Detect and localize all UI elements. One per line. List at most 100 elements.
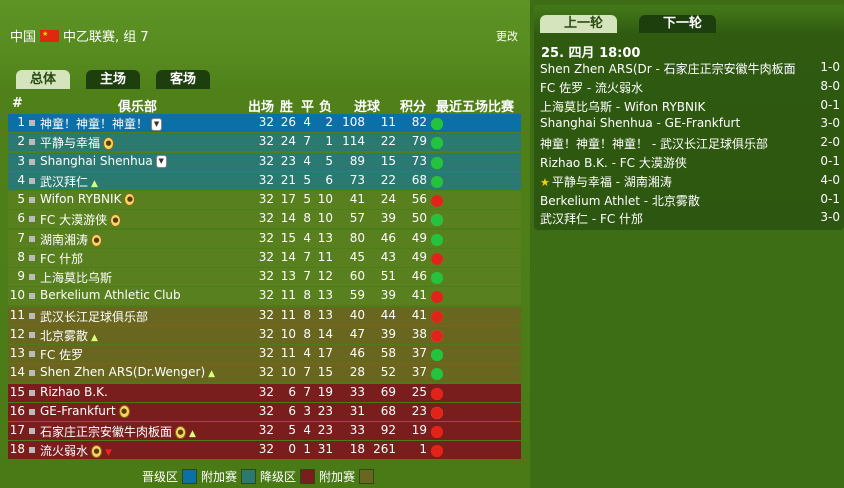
team-name-cell[interactable]: GE-Frankfurt ● xyxy=(40,404,130,418)
team-name-cell[interactable]: 湖南湘涛 ● xyxy=(40,231,103,248)
match-teams[interactable]: 武汉拜仁 - FC 什邡 xyxy=(540,212,643,226)
loss-dot-icon[interactable] xyxy=(431,310,443,323)
match-teams-cell[interactable]: Rizhao B.K. - FC 大漠游侠 xyxy=(540,154,687,171)
col-l[interactable]: 负 xyxy=(319,96,332,115)
table-row[interactable]: 3 Shanghai Shenhua ▼ 32 23 4 5 89 15 73 xyxy=(8,152,521,171)
team-name[interactable]: 石家庄正宗安徽牛肉板面 xyxy=(40,425,172,439)
col-team[interactable]: 俱乐部 xyxy=(118,96,157,115)
team-name-cell[interactable]: 武汉长江足球俱乐部 xyxy=(40,308,148,325)
table-row[interactable]: 2 平静与幸福 ● 32 24 7 1 114 22 79 xyxy=(8,133,521,152)
loss-dot-icon[interactable] xyxy=(431,291,443,304)
match-teams[interactable]: 神童！神童！神童！ - 武汉长江足球俱乐部 xyxy=(540,137,768,151)
match-row[interactable]: Rizhao B.K. - FC 大漠游侠 0-1 xyxy=(540,153,840,171)
match-teams-cell[interactable]: ★ 平静与幸福 - 湖南湘涛 xyxy=(540,173,672,190)
match-score[interactable]: 3-0 xyxy=(820,210,840,224)
team-name[interactable]: FC 什邡 xyxy=(40,252,83,266)
team-name-cell[interactable]: Shanghai Shenhua ▼ xyxy=(40,154,167,168)
table-row[interactable]: 5 Wifon RYBNIK ● 32 17 5 10 41 24 56 xyxy=(8,191,521,209)
team-name-cell[interactable]: FC 佐罗 xyxy=(40,346,83,363)
loss-dot-icon[interactable] xyxy=(431,426,443,438)
match-row[interactable]: Shen Zhen ARS(Dr - 石家庄正宗安徽牛肉板面 1-0 xyxy=(540,59,840,77)
team-name[interactable]: 上海莫比乌斯 xyxy=(40,271,112,285)
table-row[interactable]: 6 FC 大漠游侠 ● 32 14 8 10 57 39 50 xyxy=(8,210,521,229)
col-mp[interactable]: 出场 xyxy=(248,96,274,115)
team-name-cell[interactable]: Wifon RYBNIK ● xyxy=(40,192,136,206)
team-name[interactable]: FC 大漠游侠 xyxy=(40,213,107,227)
team-name-cell[interactable]: 北京雾散 ▲ xyxy=(40,327,98,344)
table-row[interactable]: 4 武汉拜仁 ▲ 32 21 5 6 73 22 68 xyxy=(8,171,521,190)
col-d[interactable]: 平 xyxy=(301,96,314,115)
match-teams[interactable]: Shen Zhen ARS(Dr - 石家庄正宗安徽牛肉板面 xyxy=(540,62,796,76)
match-score[interactable]: 0-1 xyxy=(820,192,840,206)
team-name[interactable]: Shen Zhen ARS(Dr.Wenger) xyxy=(40,365,205,379)
team-name-cell[interactable]: Shen Zhen ARS(Dr.Wenger) ▲ xyxy=(40,365,215,379)
team-name-cell[interactable]: 神童！神童！神童！ ▼ xyxy=(40,115,163,132)
table-row[interactable]: 10 Berkelium Athletic Club 32 11 8 13 59 39 41 xyxy=(8,287,521,306)
team-name-cell[interactable]: 武汉拜仁 ▲ xyxy=(40,173,98,190)
match-teams-cell[interactable]: 武汉拜仁 - FC 什邡 xyxy=(540,210,643,227)
col-rank[interactable]: # xyxy=(12,96,23,111)
match-teams-cell[interactable]: Shen Zhen ARS(Dr - 石家庄正宗安徽牛肉板面 xyxy=(540,60,796,77)
table-row[interactable]: 17 石家庄正宗安徽牛肉板面 ● ▲ 32 5 4 23 33 92 19 xyxy=(8,422,521,440)
team-name[interactable]: Rizhao B.K. xyxy=(40,385,108,399)
team-name[interactable]: GE-Frankfurt xyxy=(40,404,116,418)
table-row[interactable]: 12 北京雾散 ▲ 32 10 8 14 47 39 38 xyxy=(8,325,521,344)
match-teams-cell[interactable]: Shanghai Shenhua - GE-Frankfurt xyxy=(540,116,740,130)
loss-dot-icon[interactable] xyxy=(431,252,443,265)
win-dot-icon[interactable] xyxy=(431,272,443,284)
tab-overall[interactable]: 总体 xyxy=(16,70,71,89)
tab-next-round[interactable]: 下一轮 xyxy=(639,15,717,33)
team-name[interactable]: Berkelium Athletic Club xyxy=(40,288,181,302)
table-row[interactable]: 14 Shen Zhen ARS(Dr.Wenger) ▲ 32 10 7 15 28 52 37 xyxy=(8,364,521,383)
match-row[interactable]: 武汉拜仁 - FC 什邡 3-0 xyxy=(540,209,840,227)
team-name[interactable]: FC 佐罗 xyxy=(40,348,83,362)
match-score[interactable]: 8-0 xyxy=(820,79,840,93)
tab-home[interactable]: 主场 xyxy=(86,70,141,89)
table-row[interactable]: 8 FC 什邡 32 14 7 11 45 43 49 xyxy=(8,248,521,267)
match-teams[interactable]: 平静与幸福 - 湖南湘涛 xyxy=(552,175,672,189)
table-row[interactable]: 11 武汉长江足球俱乐部 32 11 8 13 40 44 41 xyxy=(8,306,521,325)
team-name-cell[interactable]: FC 什邡 xyxy=(40,250,83,267)
loss-dot-icon[interactable] xyxy=(431,387,443,400)
table-row[interactable]: 15 Rizhao B.K. 32 6 7 19 33 69 25 xyxy=(8,383,521,402)
loss-dot-icon[interactable] xyxy=(431,406,443,419)
team-name[interactable]: 武汉拜仁 xyxy=(40,175,88,189)
team-name[interactable]: 平静与幸福 xyxy=(40,136,100,150)
tab-previous-round[interactable]: 上一轮 xyxy=(540,15,618,33)
win-dot-icon[interactable] xyxy=(431,214,443,227)
match-teams[interactable]: Rizhao B.K. - FC 大漠游侠 xyxy=(540,156,687,170)
team-name-cell[interactable]: Rizhao B.K. xyxy=(40,385,108,399)
match-score[interactable]: 0-1 xyxy=(820,98,840,112)
table-row[interactable]: 7 湖南湘涛 ● 32 15 4 13 80 46 49 xyxy=(8,229,521,248)
team-name-cell[interactable]: 平静与幸福 ● xyxy=(40,134,115,151)
change-league-link[interactable]: 更改 xyxy=(496,28,518,44)
table-row[interactable]: 9 上海莫比乌斯 32 13 7 12 60 51 46 xyxy=(8,268,521,286)
team-name[interactable]: Shanghai Shenhua xyxy=(40,154,153,168)
match-teams[interactable]: Shanghai Shenhua - GE-Frankfurt xyxy=(540,116,740,130)
match-score[interactable]: 0-1 xyxy=(820,154,840,168)
win-dot-icon[interactable] xyxy=(431,137,443,150)
loss-dot-icon[interactable] xyxy=(431,445,443,458)
match-teams[interactable]: FC 佐罗 - 流火弱水 xyxy=(540,81,643,95)
match-score[interactable]: 2-0 xyxy=(820,135,840,149)
table-row[interactable]: 18 流火弱水 ● ▼ 32 0 1 31 18 261 1 xyxy=(8,441,521,460)
tab-away[interactable]: 客场 xyxy=(156,70,211,89)
col-goals[interactable]: 进球 xyxy=(354,96,380,115)
match-row[interactable]: Shanghai Shenhua - GE-Frankfurt 3-0 xyxy=(540,115,840,133)
col-w[interactable]: 胜 xyxy=(280,96,293,115)
team-name-cell[interactable]: Berkelium Athletic Club xyxy=(40,288,181,302)
match-row[interactable]: 上海莫比乌斯 - Wifon RYBNIK 0-1 xyxy=(540,97,840,115)
team-name-cell[interactable]: 上海莫比乌斯 xyxy=(40,269,112,286)
loss-dot-icon[interactable] xyxy=(431,195,443,207)
match-row[interactable]: FC 佐罗 - 流火弱水 8-0 xyxy=(540,78,840,96)
win-dot-icon[interactable] xyxy=(431,368,443,381)
match-row[interactable]: ★ 平静与幸福 - 湖南湘涛 4-0 xyxy=(540,172,840,190)
win-dot-icon[interactable] xyxy=(431,233,443,246)
match-teams-cell[interactable]: 神童！神童！神童！ - 武汉长江足球俱乐部 xyxy=(540,135,768,152)
win-dot-icon[interactable] xyxy=(431,156,443,169)
match-teams-cell[interactable]: FC 佐罗 - 流火弱水 xyxy=(540,79,643,96)
match-teams-cell[interactable]: 上海莫比乌斯 - Wifon RYBNIK xyxy=(540,98,705,115)
match-row[interactable]: 神童！神童！神童！ - 武汉长江足球俱乐部 2-0 xyxy=(540,134,840,152)
match-teams[interactable]: Berkelium Athlet - 北京雾散 xyxy=(540,194,700,208)
match-row[interactable]: Berkelium Athlet - 北京雾散 0-1 xyxy=(540,191,840,209)
